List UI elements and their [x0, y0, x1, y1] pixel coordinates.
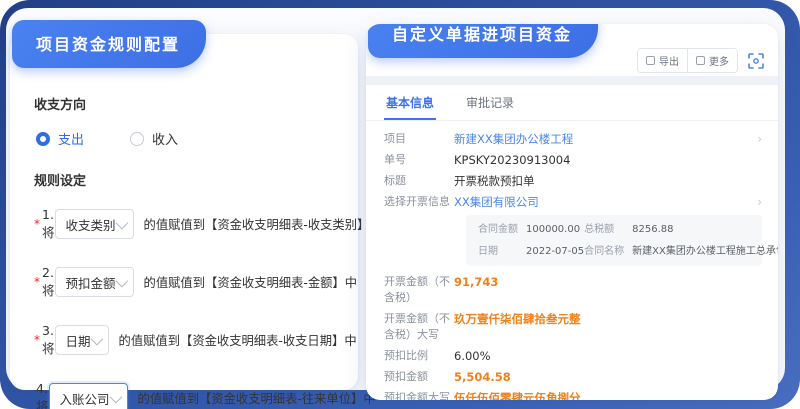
required-marker: *: [34, 333, 40, 347]
rule-config-title: 项目资金规则配置: [12, 20, 206, 68]
chevron-right-icon[interactable]: ›: [757, 194, 762, 210]
radio-selected-icon[interactable]: [36, 132, 50, 146]
rule-number: 1. 将: [42, 207, 55, 241]
field-label: 开票金额（不含税）: [384, 274, 454, 306]
withhold-ratio-value: 6.00%: [454, 348, 491, 364]
field-invoice-amount-caps: 开票金额（不含税）大写 玖万壹仟柒佰肆拾叁元整: [384, 311, 762, 343]
field-doc-no: 单号 KPSKY20230913004: [384, 152, 762, 168]
chevron-down-icon: [115, 216, 128, 229]
contract-amount: 合同金额 100000.00: [478, 223, 584, 236]
chevron-down-icon: [90, 332, 103, 345]
rule-3-select-value: 日期: [66, 331, 91, 350]
radio-income-label: 收入: [152, 129, 178, 148]
export-icon: [646, 56, 655, 65]
rule-2-suffix: 的值赋值到【资金收支明细表-金额】中: [144, 273, 358, 291]
rule-4-field-select[interactable]: 入账公司: [49, 383, 128, 409]
radio-income[interactable]: 收入: [130, 129, 178, 148]
radio-expense[interactable]: 支出: [36, 129, 84, 148]
chevron-down-icon: [115, 274, 128, 287]
withhold-amount-caps-value: 伍仟伍佰零肆元伍角捌分: [454, 390, 581, 400]
rule-row-4: 4. 将 入账公司 的值赋值到【资金收支明细表-往来单位】中: [34, 381, 338, 409]
rule-3-suffix: 的值赋值到【资金收支明细表-收支日期】中: [119, 331, 357, 349]
withhold-amount-value: 5,504.58: [454, 369, 511, 385]
more-button-label: 更多: [709, 53, 729, 68]
project-link[interactable]: 新建XX集团办公楼工程: [454, 131, 573, 147]
radio-unselected-icon[interactable]: [130, 132, 144, 146]
rule-2-select-value: 预扣金额: [66, 273, 116, 292]
rule-1-suffix: 的值赋值到【资金收支明细表-收支类别】中: [144, 215, 382, 233]
rule-2-field-select[interactable]: 预扣金额: [55, 267, 134, 297]
doc-no-value: KPSKY20230913004: [454, 152, 570, 168]
field-label: 预扣比例: [384, 348, 454, 364]
detail-tabs: 基本信息 审批记录: [366, 85, 778, 121]
rule-3-field-select[interactable]: 日期: [55, 325, 109, 355]
field-invoice-amount: 开票金额（不含税） 91,743: [384, 274, 762, 306]
direction-label: 收支方向: [34, 94, 338, 113]
field-withhold-ratio: 预扣比例 6.00%: [384, 348, 762, 364]
rule-config-panel: 项目资金规则配置 收支方向 支出 收入 规则设定 *: [10, 34, 358, 390]
radio-expense-label: 支出: [58, 129, 84, 148]
rule-1-field-select[interactable]: 收支类别: [55, 209, 134, 239]
tab-approval-records[interactable]: 审批记录: [464, 85, 516, 120]
rule-row-2: * 2. 将 预扣金额 的值赋值到【资金收支明细表-金额】中: [34, 265, 338, 299]
contract-name: 合同名称 新建XX集团办公楼工程施工总承包合同: [584, 245, 778, 258]
field-invoice-info[interactable]: 选择开票信息 XX集团有限公司 ›: [384, 194, 762, 210]
field-label: 单号: [384, 152, 454, 168]
field-label: 开票金额（不含税）大写: [384, 311, 454, 343]
invoice-amount-value: 91,743: [454, 274, 498, 290]
invoice-info-link[interactable]: XX集团有限公司: [454, 194, 539, 210]
contract-summary-box: 合同金额 100000.00 总税额 8256.88 日期 2022-07-05…: [466, 215, 762, 266]
field-withhold-amount: 预扣金额 5,504.58: [384, 369, 762, 385]
rule-number: 3. 将: [42, 323, 55, 357]
contract-tax: 总税额 8256.88: [584, 223, 778, 236]
field-label: 选择开票信息: [384, 194, 454, 210]
field-project[interactable]: 项目 新建XX集团办公楼工程 ›: [384, 131, 762, 147]
rules-label: 规则设定: [34, 170, 338, 189]
field-label: 标题: [384, 173, 454, 189]
required-marker: *: [34, 217, 40, 231]
rules-list: * 1. 将 收支类别 的值赋值到【资金收支明细表-收支类别】中 * 2. 将 …: [34, 207, 338, 409]
rule-row-1: * 1. 将 收支类别 的值赋值到【资金收支明细表-收支类别】中: [34, 207, 338, 241]
fullscreen-icon[interactable]: [748, 53, 764, 69]
rule-4-suffix: 的值赋值到【资金收支明细表-往来单位】中: [138, 389, 376, 407]
contract-date: 日期 2022-07-05: [478, 245, 584, 258]
basic-info-fields: 项目 新建XX集团办公楼工程 › 单号 KPSKY20230913004 标题 …: [366, 121, 778, 400]
field-label: 项目: [384, 131, 454, 147]
export-button-label: 导出: [659, 53, 679, 68]
content-background: 项目资金规则配置 收支方向 支出 收入 规则设定 *: [6, 8, 785, 390]
rule-number: 4. 将: [36, 381, 49, 409]
required-marker: *: [34, 275, 40, 289]
field-label: 预扣金额大写: [384, 390, 454, 400]
rule-number: 2. 将: [42, 265, 55, 299]
chevron-down-icon: [109, 390, 122, 403]
field-title: 标题 开票税款预扣单: [384, 173, 762, 189]
rule-1-select-value: 收支类别: [66, 215, 116, 234]
screenshot-frame: 项目资金规则配置 收支方向 支出 收入 规则设定 *: [0, 0, 800, 409]
field-withhold-amount-caps: 预扣金额大写 伍仟伍佰零肆元伍角捌分: [384, 390, 762, 400]
export-button[interactable]: 导出: [638, 49, 687, 72]
direction-radio-group: 支出 收入: [36, 129, 338, 148]
rule-4-select-value: 入账公司: [60, 389, 110, 408]
field-label: 预扣金额: [384, 369, 454, 385]
document-detail-panel: 自定义单据进项目资金 导出 更多: [366, 24, 778, 400]
rule-row-3: * 3. 将 日期 的值赋值到【资金收支明细表-收支日期】中: [34, 323, 338, 357]
title-value: 开票税款预扣单: [454, 173, 535, 189]
more-icon: [696, 56, 705, 65]
tab-basic-info[interactable]: 基本信息: [384, 85, 436, 120]
document-toolbar: 导出 更多: [637, 48, 764, 73]
invoice-amount-caps-value: 玖万壹仟柒佰肆拾叁元整: [454, 311, 581, 327]
more-button[interactable]: 更多: [687, 49, 737, 72]
header-divider: [366, 76, 778, 85]
chevron-right-icon[interactable]: ›: [757, 131, 762, 147]
